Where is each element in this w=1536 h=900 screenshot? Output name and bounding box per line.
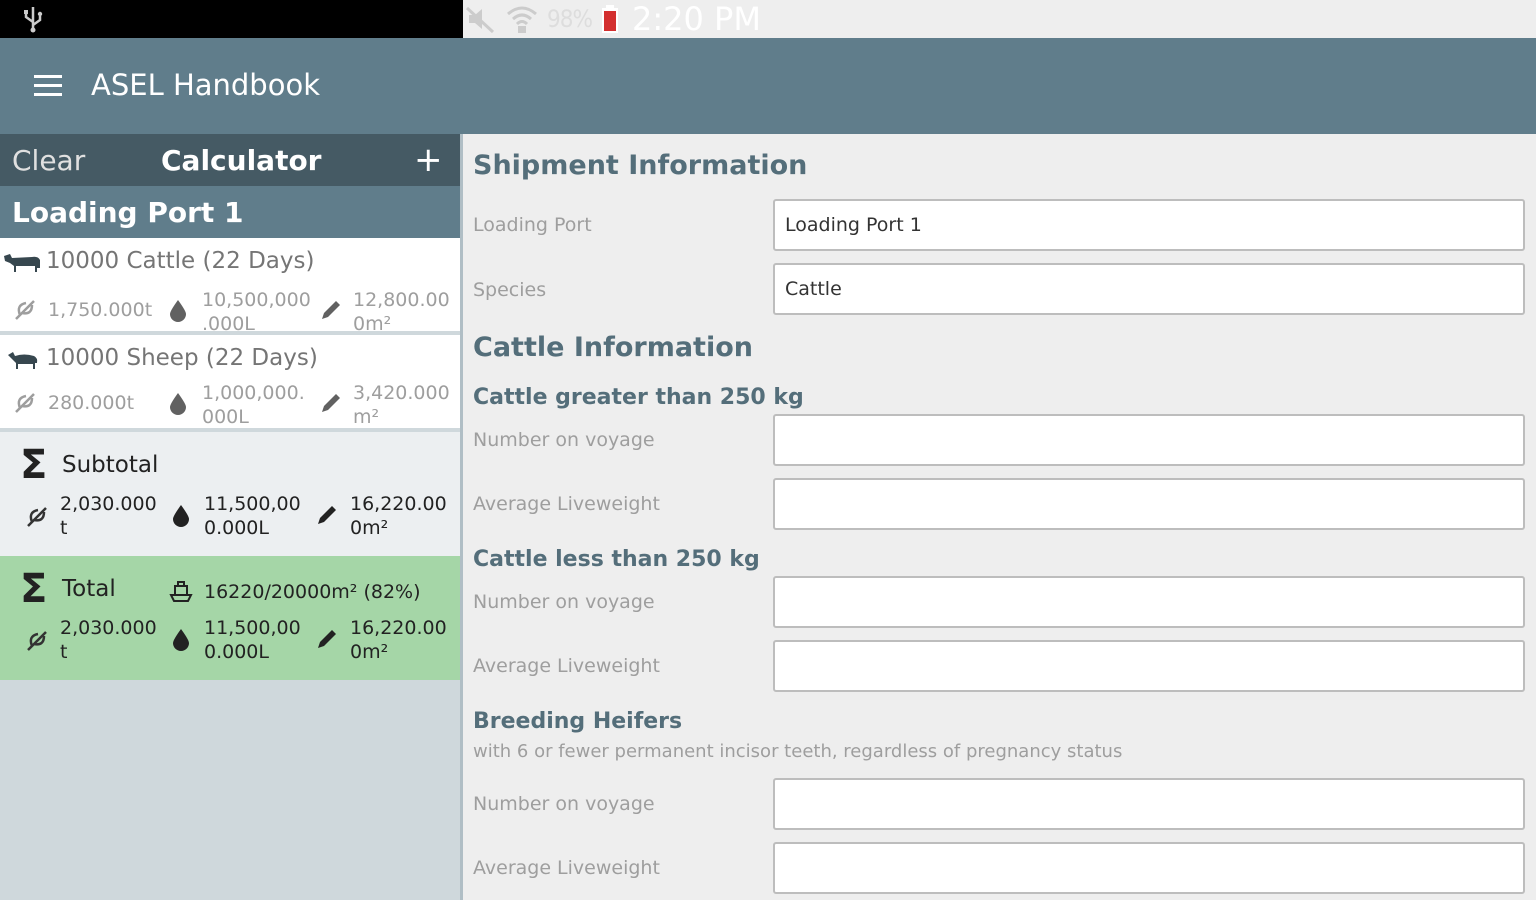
number-on-voyage-field[interactable] xyxy=(773,414,1525,466)
number-on-voyage-label: Number on voyage xyxy=(473,591,655,613)
battery-percent: 98% xyxy=(547,5,593,33)
group-heading-over-250: Cattle greater than 250 kg xyxy=(473,385,804,410)
average-liveweight-label: Average Liveweight xyxy=(473,857,660,879)
status-bar: 98% 2:20 PM xyxy=(0,0,1536,38)
water-drop-icon xyxy=(173,629,189,651)
shipment-form: Shipment Information Loading Port Specie… xyxy=(463,134,1536,900)
group-heading-under-250: Cattle less than 250 kg xyxy=(473,547,760,572)
breeding-heifers-note: with 6 or fewer permanent incisor teeth,… xyxy=(473,741,1123,762)
calculator-title: Calculator xyxy=(161,144,322,177)
sheep-icon xyxy=(8,352,38,369)
species-field[interactable] xyxy=(773,263,1525,315)
water-value: 10,500,000 .000L xyxy=(202,289,311,335)
usb-icon xyxy=(24,7,43,33)
average-liveweight-label: Average Liveweight xyxy=(473,493,660,515)
app-title: ASEL Handbook xyxy=(91,68,320,102)
fodder-value: 2,030.000 t xyxy=(60,493,157,539)
subtotal-label: Subtotal xyxy=(62,452,159,478)
pencil-icon xyxy=(322,394,340,412)
battery-icon xyxy=(602,5,618,33)
clock: 2:20 PM xyxy=(632,0,761,38)
loading-port-field[interactable] xyxy=(773,199,1525,251)
cattle-heading: Cattle Information xyxy=(473,332,753,363)
number-on-voyage-label: Number on voyage xyxy=(473,429,655,451)
subtotal-row: Σ Subtotal 2,030.000 t 11,500,00 0.000L … xyxy=(0,432,460,556)
water-drop-icon xyxy=(170,393,186,415)
area-value: 3,420.000 m² xyxy=(353,382,450,428)
pencil-icon xyxy=(318,506,336,524)
average-liveweight-field[interactable] xyxy=(773,640,1525,692)
ship-icon xyxy=(169,581,193,602)
loading-port-label: Loading Port xyxy=(473,214,592,236)
area-value: 16,220.00 0m² xyxy=(350,617,447,663)
clear-button[interactable]: Clear xyxy=(12,144,85,177)
port-name: Loading Port 1 xyxy=(12,196,244,229)
calc-item-sheep[interactable]: 10000 Sheep (22 Days) 280.000t 1,000,000… xyxy=(0,335,460,430)
item-title: 10000 Sheep (22 Days) xyxy=(46,345,318,371)
add-icon[interactable]: + xyxy=(414,140,443,180)
average-liveweight-label: Average Liveweight xyxy=(473,655,660,677)
average-liveweight-field[interactable] xyxy=(773,842,1525,894)
calculator-toolbar: Clear Calculator + xyxy=(0,134,460,186)
fodder-value: 2,030.000 t xyxy=(60,617,157,663)
item-title: 10000 Cattle (22 Days) xyxy=(46,248,315,274)
area-value: 16,220.00 0m² xyxy=(350,493,447,539)
water-value: 11,500,00 0.000L xyxy=(204,493,301,539)
average-liveweight-field[interactable] xyxy=(773,478,1525,530)
fodder-value: 280.000t xyxy=(48,392,135,414)
water-drop-icon xyxy=(173,505,189,527)
wifi-icon xyxy=(507,6,537,33)
fodder-icon xyxy=(15,300,35,320)
pencil-icon xyxy=(318,630,336,648)
pencil-icon xyxy=(322,301,340,319)
water-drop-icon xyxy=(170,300,186,322)
sigma-icon: Σ xyxy=(20,442,48,488)
calc-item-cattle[interactable]: 10000 Cattle (22 Days) 1,750.000t 10,500… xyxy=(0,238,460,335)
water-value: 11,500,00 0.000L xyxy=(204,617,301,663)
number-on-voyage-field[interactable] xyxy=(773,576,1525,628)
hamburger-menu-icon[interactable] xyxy=(34,75,62,97)
water-value: 1,000,000. 000L xyxy=(202,382,305,428)
number-on-voyage-field[interactable] xyxy=(773,778,1525,830)
fodder-icon xyxy=(27,507,47,527)
capacity-value: 16220/20000m² (82%) xyxy=(204,581,421,603)
fodder-icon xyxy=(27,631,47,651)
species-label: Species xyxy=(473,279,547,301)
calculator-panel: Clear Calculator + Loading Port 1 10000 … xyxy=(0,134,460,900)
port-header: Loading Port 1 xyxy=(0,186,460,238)
fodder-icon xyxy=(15,393,35,413)
fodder-value: 1,750.000t xyxy=(48,299,153,321)
total-row: Σ Total 16220/20000m² (82%) 2,030.000 t … xyxy=(0,556,460,680)
shipment-heading: Shipment Information xyxy=(473,150,808,181)
group-heading-breeding-heifers: Breeding Heifers xyxy=(473,709,683,734)
number-on-voyage-label: Number on voyage xyxy=(473,793,655,815)
total-label: Total xyxy=(62,576,116,602)
app-bar: ASEL Handbook xyxy=(0,38,1536,134)
mute-icon xyxy=(465,6,495,34)
area-value: 12,800.00 0m² xyxy=(353,289,450,335)
cattle-icon xyxy=(4,254,40,272)
sigma-icon: Σ xyxy=(20,566,48,612)
